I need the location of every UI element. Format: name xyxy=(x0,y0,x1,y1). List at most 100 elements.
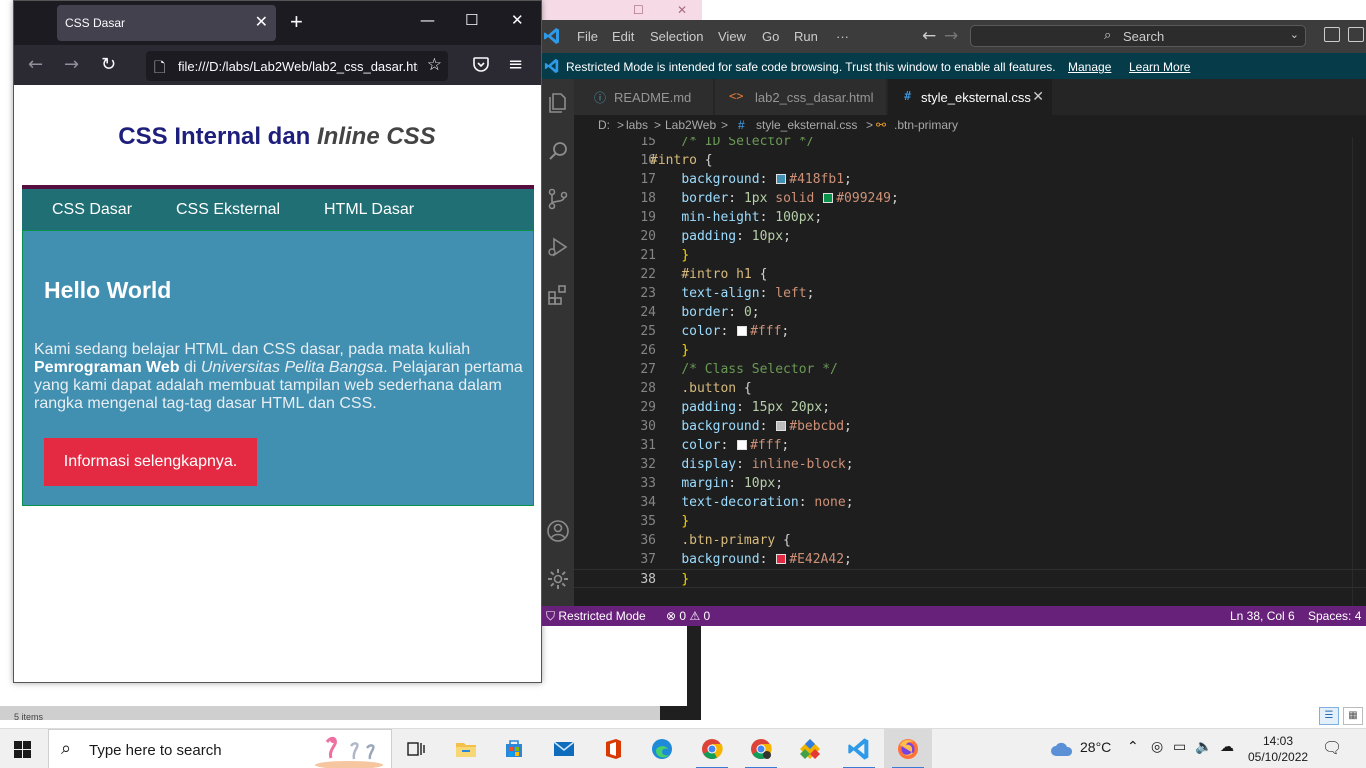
code-line[interactable]: 33 margin: 10px; xyxy=(574,474,1366,493)
learn-more-link[interactable]: Learn More xyxy=(1129,60,1190,74)
code-line[interactable]: 17 background: #418fb1; xyxy=(574,170,1366,189)
search-icon[interactable] xyxy=(546,139,570,163)
store-button[interactable] xyxy=(490,729,538,768)
account-icon[interactable] xyxy=(546,519,570,543)
onedrive-cloud-icon[interactable]: ☁ xyxy=(1220,739,1234,755)
color-swatch[interactable] xyxy=(823,193,834,203)
chevron-down-icon[interactable]: ⌄ xyxy=(1290,28,1299,41)
menu-go[interactable]: Go xyxy=(762,29,779,44)
chevron-up-icon[interactable]: ⌃ xyxy=(1127,739,1139,755)
code-editor[interactable]: 15 /* ID Selector */16 #intro {17 backgro… xyxy=(574,137,1366,606)
minimize-button[interactable]: — xyxy=(420,11,435,29)
color-swatch[interactable] xyxy=(776,174,787,184)
code-line[interactable]: 20 padding: 10px; xyxy=(574,227,1366,246)
code-line[interactable]: 25 color: #fff; xyxy=(574,322,1366,341)
taskbar-search[interactable]: ⌕ Type here to search xyxy=(48,729,392,768)
firefox-taskbar-button[interactable] xyxy=(884,729,932,768)
cursor-position[interactable]: Ln 38, Col 6 xyxy=(1230,609,1295,623)
background-scrollbar[interactable] xyxy=(0,706,700,720)
url-bar[interactable]: 🗋 file:///D:/labs/Lab2Web/lab2_css_dasar… xyxy=(146,51,448,81)
git-button[interactable] xyxy=(786,729,834,768)
color-swatch[interactable] xyxy=(776,421,787,431)
extensions-icon[interactable] xyxy=(546,283,570,307)
pocket-icon[interactable] xyxy=(472,55,490,78)
nav-link-css-eksternal[interactable]: CSS Eksternal xyxy=(176,201,280,219)
tab-readme[interactable]: ⓘ README.md xyxy=(574,79,714,115)
new-tab-button[interactable]: + xyxy=(290,9,303,35)
code-line[interactable]: 26 } xyxy=(574,341,1366,360)
large-icons-view-icon[interactable]: ▦ xyxy=(1343,707,1363,725)
chrome-button[interactable] xyxy=(688,729,736,768)
menu-edit[interactable]: Edit xyxy=(612,29,634,44)
notification-center-icon[interactable]: 🗨 xyxy=(1322,738,1342,757)
details-view-icon[interactable]: ☰ xyxy=(1319,707,1339,725)
info-button[interactable]: Informasi selengkapnya. xyxy=(44,438,257,486)
breadcrumb-symbol[interactable]: .btn-primary xyxy=(894,118,958,132)
command-center-search[interactable]: ⌕ Search ⌄ xyxy=(970,25,1306,47)
tab-close-icon[interactable]: ✕ xyxy=(255,12,268,32)
code-line[interactable]: 29 padding: 15px 20px; xyxy=(574,398,1366,417)
menu-more[interactable]: ··· xyxy=(836,29,849,44)
code-line[interactable]: 16 #intro { xyxy=(574,151,1366,170)
breadcrumb-labs[interactable]: labs xyxy=(626,118,648,132)
menu-file[interactable]: File xyxy=(577,29,598,44)
code-line[interactable]: 28 .button { xyxy=(574,379,1366,398)
settings-gear-icon[interactable] xyxy=(546,567,570,591)
weather-temperature[interactable]: 28°C xyxy=(1080,739,1111,755)
battery-icon[interactable]: ▭ xyxy=(1173,739,1186,755)
background-view-toggle[interactable]: ☰ ▦ xyxy=(1319,707,1363,725)
nav-link-css-dasar[interactable]: CSS Dasar xyxy=(52,201,132,219)
problems-status[interactable]: ⊗ 0 ⚠ 0 xyxy=(666,609,710,623)
manage-link[interactable]: Manage xyxy=(1068,60,1111,74)
code-line[interactable]: 15 /* ID Selector */ xyxy=(574,137,1366,151)
forward-arrow-icon[interactable]: → xyxy=(64,55,79,75)
mail-button[interactable] xyxy=(540,729,588,768)
code-line[interactable]: 22 #intro h1 { xyxy=(574,265,1366,284)
code-line[interactable]: 24 border: 0; xyxy=(574,303,1366,322)
url-text[interactable]: file:///D:/labs/Lab2Web/lab2_css_dasar.h… xyxy=(178,59,418,74)
breadcrumb-file[interactable]: style_eksternal.css xyxy=(756,118,857,132)
code-line[interactable]: 23 text-align: left; xyxy=(574,284,1366,303)
color-swatch[interactable] xyxy=(737,440,748,450)
forward-arrow-icon[interactable]: → xyxy=(944,26,958,46)
color-swatch[interactable] xyxy=(737,326,748,336)
code-line[interactable]: 30 background: #bebcbd; xyxy=(574,417,1366,436)
tab-close-icon[interactable]: ✕ xyxy=(1032,88,1044,105)
task-view-button[interactable] xyxy=(392,729,440,768)
explorer-icon[interactable] xyxy=(546,91,570,115)
source-control-icon[interactable] xyxy=(546,187,570,211)
hamburger-menu-icon[interactable]: ≡ xyxy=(508,55,523,75)
code-line[interactable]: 37 background: #E42A42; xyxy=(574,550,1366,569)
code-line[interactable]: 18 border: 1px solid #099249; xyxy=(574,189,1366,208)
office-button[interactable] xyxy=(589,729,637,768)
windows-start-icon[interactable] xyxy=(14,741,31,758)
indentation-status[interactable]: Spaces: 4 xyxy=(1308,609,1361,623)
toggle-panel-icon[interactable] xyxy=(1348,27,1364,42)
code-line[interactable]: 21 } xyxy=(574,246,1366,265)
reload-icon[interactable]: ↻ xyxy=(101,55,116,75)
volume-icon[interactable]: 🔈 xyxy=(1195,739,1212,755)
tab-css-active[interactable]: # style_eksternal.css ✕ xyxy=(888,79,1053,115)
chrome-profile-button[interactable] xyxy=(737,729,785,768)
meet-now-icon[interactable]: ◎ xyxy=(1151,739,1163,755)
code-line[interactable]: 35 } xyxy=(574,512,1366,531)
restricted-mode-status[interactable]: ⛉ Restricted Mode xyxy=(546,609,646,624)
vscode-taskbar-button[interactable] xyxy=(835,729,883,768)
edge-button[interactable] xyxy=(638,729,686,768)
back-arrow-icon[interactable]: ← xyxy=(28,55,43,75)
code-line[interactable]: 36 .btn-primary { xyxy=(574,531,1366,550)
menu-view[interactable]: View xyxy=(718,29,746,44)
breadcrumb-lab2web[interactable]: Lab2Web xyxy=(665,118,716,132)
code-line[interactable]: 19 min-height: 100px; xyxy=(574,208,1366,227)
code-line[interactable]: 38 } xyxy=(574,569,1366,588)
code-line[interactable]: 27 /* Class Selector */ xyxy=(574,360,1366,379)
nav-link-html-dasar[interactable]: HTML Dasar xyxy=(324,201,414,219)
toggle-sidebar-icon[interactable] xyxy=(1324,27,1340,42)
system-clock[interactable]: 14:03 05/10/2022 xyxy=(1248,733,1308,765)
maximize-button[interactable]: ☐ xyxy=(465,11,478,29)
file-explorer-button[interactable] xyxy=(442,729,490,768)
firefox-tab[interactable]: CSS Dasar ✕ xyxy=(57,5,276,41)
star-icon[interactable]: ☆ xyxy=(427,55,442,75)
close-button[interactable]: ✕ xyxy=(511,11,524,29)
code-line[interactable]: 32 display: inline-block; xyxy=(574,455,1366,474)
